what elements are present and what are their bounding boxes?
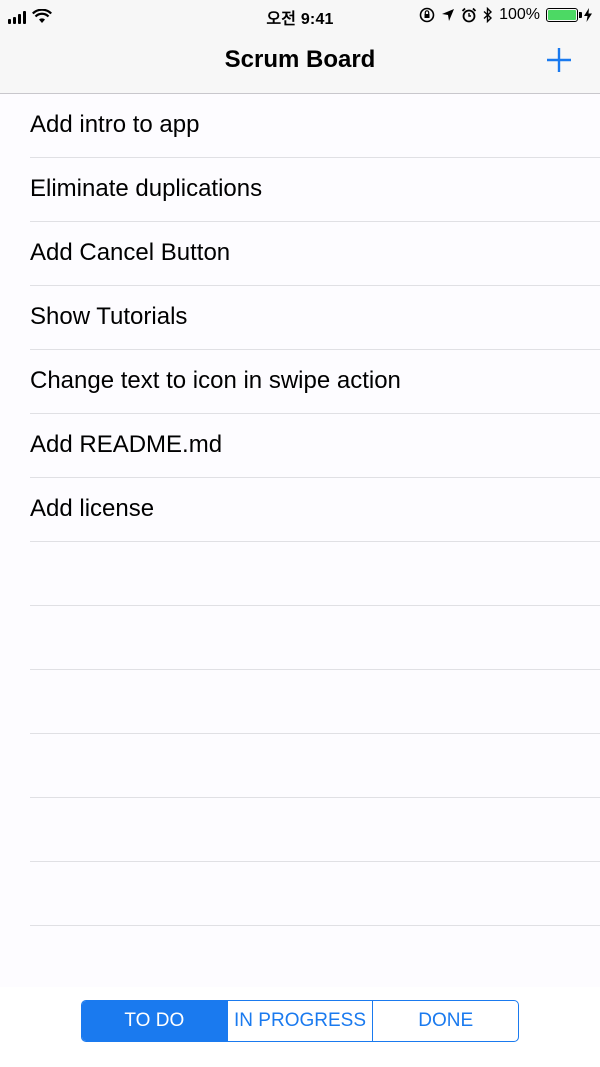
list-item[interactable]: Eliminate duplications: [30, 158, 600, 222]
list-item[interactable]: Add license: [30, 478, 600, 542]
task-label: Eliminate duplications: [30, 175, 263, 202]
empty-row: [30, 926, 600, 987]
segment-to-do[interactable]: TO DO: [82, 1001, 228, 1041]
task-label: Add README.md: [30, 431, 223, 458]
list-item[interactable]: Add intro to app: [30, 94, 600, 158]
status-bar: 오전 9:41 100%: [0, 0, 600, 30]
task-label: Show Tutorials: [30, 303, 188, 330]
empty-row: [30, 734, 600, 798]
task-label: Add license: [30, 495, 155, 522]
list-item[interactable]: Change text to icon in swipe action: [30, 350, 600, 414]
status-segmented-control: TO DO IN PROGRESS DONE: [81, 1000, 519, 1042]
location-icon: [442, 9, 455, 21]
task-label: Add intro to app: [30, 111, 200, 138]
segment-done[interactable]: DONE: [373, 1001, 518, 1041]
charging-icon: [584, 8, 592, 22]
segment-in-progress[interactable]: IN PROGRESS: [228, 1001, 374, 1041]
empty-row: [30, 606, 600, 670]
bluetooth-icon: [483, 7, 493, 23]
list-item[interactable]: Show Tutorials: [30, 286, 600, 350]
empty-row: [30, 798, 600, 862]
task-list[interactable]: Add intro to app Eliminate duplications …: [0, 94, 600, 987]
empty-row: [30, 670, 600, 734]
empty-row: [30, 542, 600, 606]
empty-row: [30, 862, 600, 926]
page-title: Scrum Board: [224, 46, 376, 73]
battery-icon: [546, 8, 582, 22]
orientation-lock-icon: [419, 7, 435, 23]
list-item[interactable]: Add README.md: [30, 414, 600, 478]
list-item[interactable]: Add Cancel Button: [30, 222, 600, 286]
battery-percent: 100%: [499, 6, 540, 23]
task-label: Change text to icon in swipe action: [30, 367, 401, 394]
navigation-bar: Scrum Board: [0, 30, 600, 94]
alarm-icon: [461, 7, 477, 23]
plus-icon: [547, 48, 571, 72]
add-task-button[interactable]: [546, 47, 572, 73]
task-label: Add Cancel Button: [30, 239, 231, 266]
status-right: 100%: [419, 4, 592, 26]
